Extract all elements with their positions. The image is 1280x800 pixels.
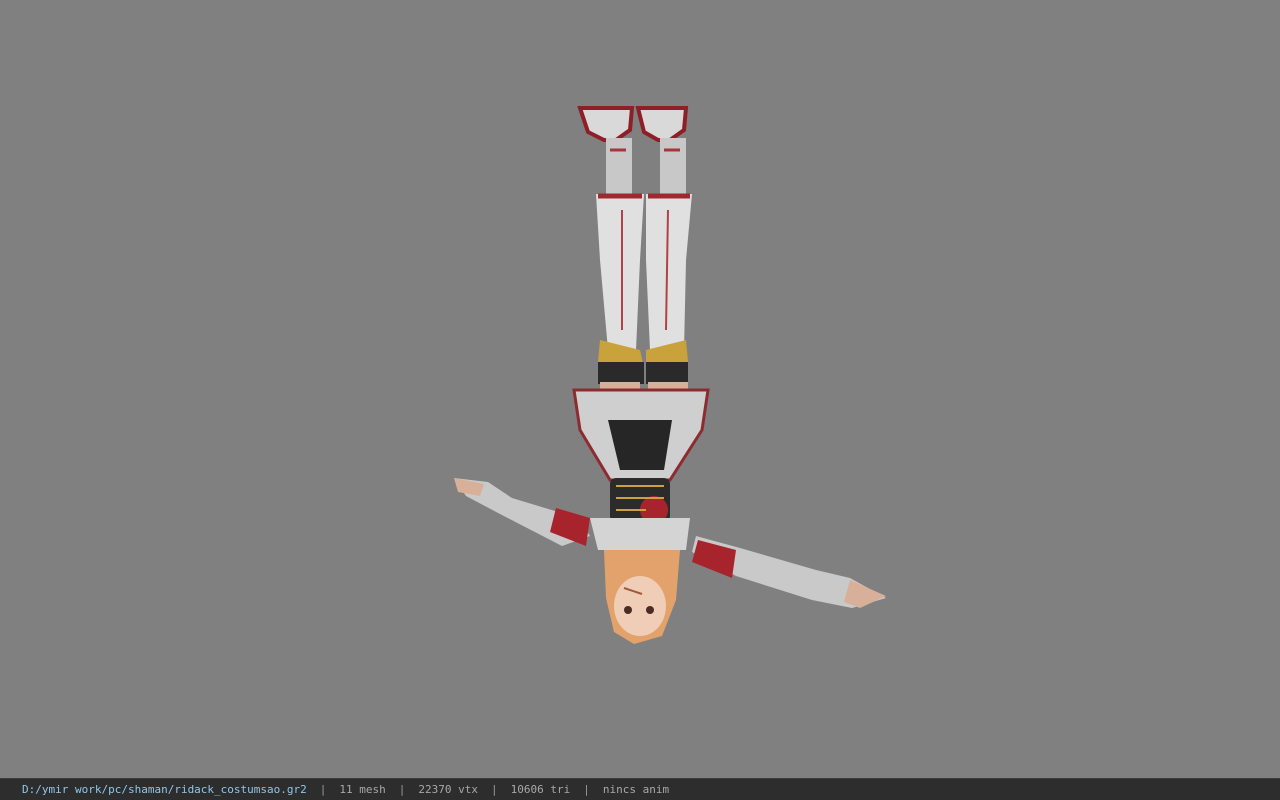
triangle-count: 10606 tri (510, 783, 571, 796)
boots (577, 106, 689, 194)
status-bar: D:/ymir work/pc/shaman/ridack_costumsao.… (0, 778, 1280, 800)
torso (590, 478, 690, 550)
skirt (572, 388, 710, 482)
animation-status: nincs anim (602, 783, 670, 796)
separator: | (583, 783, 590, 796)
separator: | (319, 783, 327, 796)
mesh-count: 11 mesh (339, 783, 386, 796)
character-model (454, 106, 886, 644)
legs (596, 193, 692, 422)
separator: | (398, 783, 406, 796)
vertex-count: 22370 vtx (418, 783, 478, 796)
3d-viewport[interactable] (0, 0, 1280, 778)
file-path: D:/ymir work/pc/shaman/ridack_costumsao.… (22, 783, 307, 796)
head (604, 550, 680, 644)
separator: | (491, 783, 498, 796)
